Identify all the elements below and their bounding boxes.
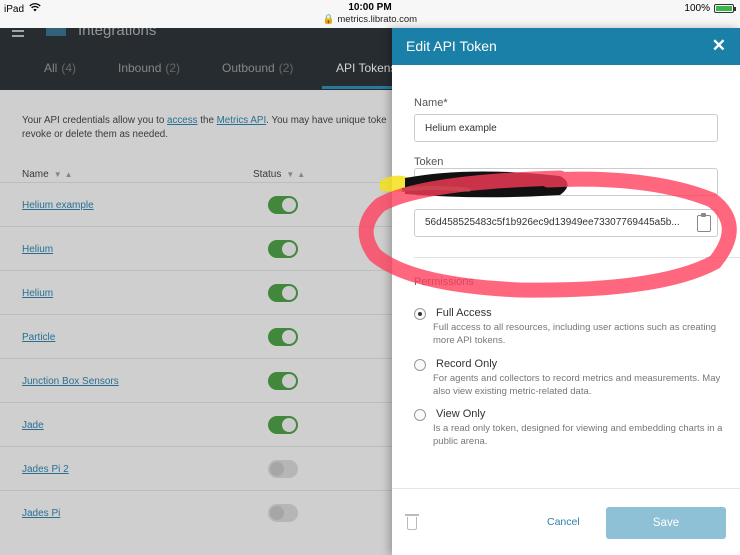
- full-access-radio[interactable]: [414, 308, 426, 320]
- panel-title: Edit API Token: [406, 38, 497, 54]
- option-description: Is a read only token, designed for viewi…: [433, 423, 723, 447]
- ios-status-bar: iPad 10:00 PM 🔒 metrics.librato.com 100%: [0, 0, 740, 28]
- lock-icon: 🔒: [322, 14, 335, 25]
- option-description: For agents and collectors to record metr…: [433, 373, 721, 397]
- clock: 10:00 PM: [348, 2, 392, 13]
- url-text: metrics.librato.com: [337, 14, 418, 25]
- option-title: View Only: [436, 408, 486, 420]
- option-title: Full Access: [436, 307, 492, 319]
- name-label: Name*: [414, 97, 448, 109]
- divider: [414, 257, 740, 258]
- trash-icon[interactable]: [405, 514, 419, 530]
- permissions-heading: Permissions: [414, 276, 474, 288]
- close-icon[interactable]: ✕: [712, 37, 726, 54]
- edit-api-token-panel: Edit API Token ✕ Name* Token 56d45852548…: [392, 28, 740, 555]
- token-field[interactable]: [414, 168, 718, 196]
- footer-divider: [392, 488, 740, 489]
- token-value-field[interactable]: 56d458525483c5f1b926ec9d13949ee733077694…: [414, 209, 718, 237]
- cancel-button[interactable]: Cancel: [547, 516, 580, 528]
- battery-fill: [716, 6, 732, 11]
- token-value: 56d458525483c5f1b926ec9d13949ee733077694…: [425, 217, 680, 228]
- name-field[interactable]: [414, 114, 718, 142]
- option-title: Record Only: [436, 358, 498, 370]
- url-bar[interactable]: 🔒 metrics.librato.com: [0, 14, 740, 25]
- save-button[interactable]: Save: [606, 507, 726, 539]
- option-description: Full access to all resources, including …: [433, 322, 717, 346]
- battery-icon: [714, 4, 736, 13]
- view-only-radio[interactable]: [414, 409, 426, 421]
- panel-header: Edit API Token ✕: [392, 28, 740, 65]
- record-only-radio[interactable]: [414, 359, 426, 371]
- token-label: Token: [414, 156, 444, 168]
- clipboard-copy-icon[interactable]: [697, 213, 711, 232]
- battery-percent: 100%: [684, 3, 710, 14]
